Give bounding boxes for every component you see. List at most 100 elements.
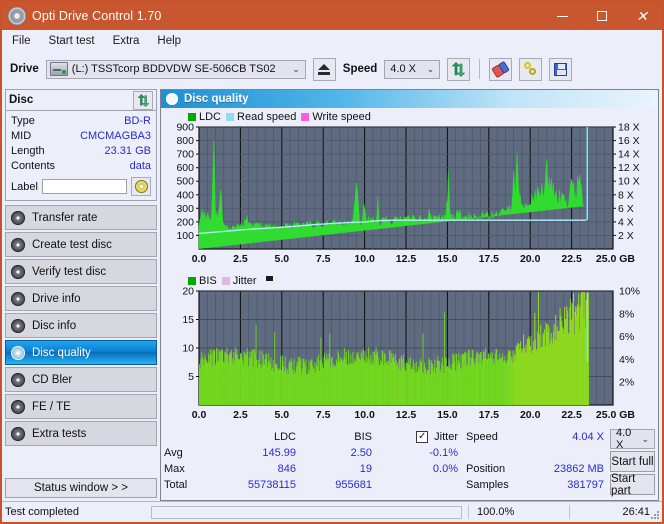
stats-ldc-total: 55738115 [247,479,296,491]
svg-text:17.5: 17.5 [479,253,500,265]
test-speed-select[interactable]: 4.0 X ⌄ [610,427,655,451]
svg-text:20.0: 20.0 [520,409,541,421]
disc-row-type: Type BD-R [11,114,151,129]
resize-grip[interactable] [650,510,659,519]
svg-text:10: 10 [182,343,194,355]
disc-test-icon [11,237,25,252]
drive-select-value: (L:) TSSTcorp BDDVDW SE-506CB TS02 [71,63,276,75]
disc-row-key: Contents [11,160,56,172]
chevron-down-icon: ⌄ [292,63,300,74]
svg-text:20: 20 [182,287,194,298]
svg-text:0.0: 0.0 [192,409,207,421]
chevron-down-icon: ⌄ [641,433,649,444]
disc-label-input[interactable] [41,179,127,194]
speed-label: Speed [342,63,378,75]
svg-text:2 X: 2 X [618,230,634,242]
disc-test-icon [11,372,25,387]
speed-select[interactable]: 4.0 X ⌄ [384,59,441,79]
jitter-checkbox[interactable]: ✓ [416,431,429,443]
sidebar-item-fe-te[interactable]: FE / TE [5,394,157,419]
menu-item-start-test[interactable]: Start test [47,34,97,48]
svg-text:10 X: 10 X [618,176,640,188]
disc-refresh-button[interactable] [133,90,153,110]
sidebar-item-extra-tests[interactable]: Extra tests [5,421,157,446]
bis-legend: BIS Jitter [188,274,656,287]
eject-button[interactable] [312,57,336,81]
stats-position-value: 23862 MB [553,463,604,475]
minimize-button[interactable] [542,2,582,30]
disc-row-value: data [129,160,151,172]
disc-test-icon [11,264,25,279]
legend-item-bis: BIS [188,275,217,287]
refresh-icon [452,61,466,77]
start-full-button[interactable]: Start full [610,451,655,472]
stats-spacer-1 [466,445,526,461]
eject-icon [318,63,331,75]
save-button[interactable] [549,57,573,81]
disc-row-key: Type [11,115,35,127]
sidebar-item-disc-info[interactable]: Disc info [5,313,157,338]
sidebar-item-disc-quality[interactable]: Disc quality [5,340,157,365]
window-title: Opti Drive Control 1.70 [32,9,162,23]
erase-button[interactable] [489,57,513,81]
refresh-button[interactable] [447,57,471,81]
stats-bis-total: 955681 [335,479,372,491]
menu-item-file[interactable]: File [10,34,33,48]
close-button[interactable]: ✕ [622,2,662,30]
stats-bis-max: 19 [359,463,372,475]
svg-text:17.5: 17.5 [479,409,500,421]
sidebar-item-label: Verify test disc [32,265,107,278]
drive-toolbar: Drive (L:) TSSTcorp BDDVDW SE-506CB TS02… [2,52,662,86]
sidebar-item-create-test-disc[interactable]: Create test disc [5,232,157,257]
maximize-button[interactable] [582,2,622,30]
drive-label: Drive [10,63,39,75]
erase-icon [491,60,511,78]
toolbar-separator [479,59,481,79]
cd-icon [134,180,148,193]
sidebar-item-drive-info[interactable]: Drive info [5,286,157,311]
page-title: Disc quality [184,93,249,105]
svg-text:300: 300 [176,203,194,215]
svg-text:15: 15 [182,314,194,326]
svg-text:12 X: 12 X [618,162,640,174]
status-window-button[interactable]: Status window > > [5,478,157,498]
svg-text:700: 700 [176,149,194,161]
stats-header-jitter: Jitter [434,431,458,443]
plug-button[interactable] [519,57,543,81]
disc-label-button[interactable] [131,177,151,196]
svg-text:2.5: 2.5 [233,253,248,265]
legend-marker-block [265,276,273,281]
svg-text:25.0 GB: 25.0 GB [596,253,636,265]
progress-percent-text: 100.0% [468,505,569,519]
ldc-chart-container: LDC Read speed Write speed 100 200 300 400 5… [161,108,658,271]
svg-text:5.0: 5.0 [274,253,289,265]
svg-text:6 X: 6 X [618,203,634,215]
svg-text:12.5: 12.5 [396,409,417,421]
svg-text:15.0: 15.0 [437,253,458,265]
sidebar-item-label: Extra tests [32,427,87,440]
disc-test-icon [11,426,25,441]
legend-item-read-speed: Read speed [226,111,296,123]
stats-header-bis: BIS [354,431,372,443]
sidebar-item-verify-test-disc[interactable]: Verify test disc [5,259,157,284]
main-panel: Disc quality LDC Read speed Write speed [160,89,659,501]
svg-text:5: 5 [188,371,194,383]
maximize-icon [597,11,607,21]
svg-text:7.5: 7.5 [316,253,331,265]
svg-text:400: 400 [176,189,194,201]
sidebar-item-label: FE / TE [32,400,71,413]
stats-samples-value: 381797 [567,479,604,491]
drive-select[interactable]: (L:) TSSTcorp BDDVDW SE-506CB TS02 ⌄ [45,59,306,79]
sidebar-item-label: Transfer rate [32,211,98,224]
svg-text:8 X: 8 X [618,189,634,201]
stats-ldc-column: LDC 145.99 846 55738115 [210,429,296,495]
sidebar-item-transfer-rate[interactable]: Transfer rate [5,205,157,230]
menu-item-help[interactable]: Help [155,34,183,48]
sidebar-item-cd-bler[interactable]: CD Bler [5,367,157,392]
menu-item-extra[interactable]: Extra [111,34,142,48]
start-part-button[interactable]: Start part [610,473,655,497]
stats-meta-values: 4.04 X 23862 MB 381797 [526,429,604,495]
plug-icon [523,62,538,76]
bis-plot: 5 10 15 20 2% 4% 6% 8% 10% 0.0 2.5 5.0 7.5 10.0 12.5 15… [163,287,656,427]
disc-row-value: 23.31 GB [104,145,151,157]
